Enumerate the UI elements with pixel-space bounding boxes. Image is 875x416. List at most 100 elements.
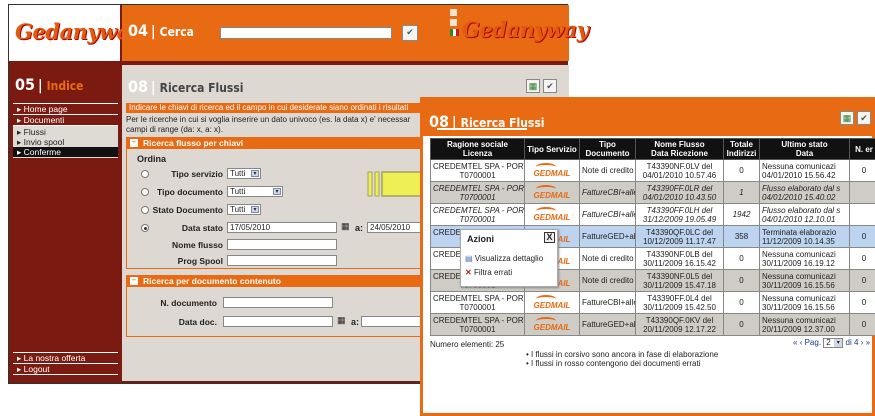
cell-nome: T43390FF.0L4 del 30/11/2009 15.42.50 xyxy=(635,291,724,314)
chevron-down-icon: ▾ xyxy=(273,188,281,195)
cell-ragione: CREDEMTEL SPA - PORTT0700001 xyxy=(430,291,525,314)
excel-export-icon[interactable]: ▦ xyxy=(526,79,540,93)
col-header-stato[interactable]: Ultimo stato Data xyxy=(759,138,850,160)
cell-ner xyxy=(849,181,875,204)
table-row[interactable]: CREDEMTEL SPA - PORTA T0700001 GEDMAIL Fatt… xyxy=(430,181,875,204)
cell-nome: T43390NF.0L5 del 30/11/2009 15.47.18 xyxy=(635,269,724,292)
cell-ragione: CREDEMTEL SPA - PORTT0700001 xyxy=(430,313,525,336)
excel-export-icon[interactable]: ▦ xyxy=(840,111,854,125)
cell-totale: 0 xyxy=(723,269,760,292)
results-header: 08 | Ricerca Flussi ▦ ✔ xyxy=(423,100,872,136)
search-bar: 04 | Cerca ✔ Gedanyway xyxy=(122,5,589,61)
data-stato-from-input[interactable]: 17/05/2010 xyxy=(227,222,337,233)
cell-totale: 358 xyxy=(723,225,760,248)
cell-totale: 0 xyxy=(723,247,760,270)
collapse-icon[interactable]: – xyxy=(130,139,138,147)
cell-ner: 0 xyxy=(849,291,875,314)
sidebar-item-flussi[interactable]: ▸ Flussi xyxy=(13,127,118,137)
col-header-ragione[interactable]: Ragione sociale Licenza xyxy=(430,138,525,160)
actions-popup: Azioni X ▤ Visualizza dettaglio ✕ Filtra… xyxy=(460,229,558,287)
col-header-ner[interactable]: N. er xyxy=(849,138,875,160)
table-row[interactable]: CREDEMTEL SPA - PORTT0700001 GEDMAIL Fattu… xyxy=(430,203,875,226)
page-header: 08 | Ricerca Flussi xyxy=(128,77,244,96)
sidebar-menu: ▸ Home page ▸ Documenti ▸ Flussi ▸ Invio… xyxy=(13,103,118,158)
close-button[interactable]: X xyxy=(544,232,555,243)
cell-nome: T43390FF.0LH del 31/12/2009 19.05.49 xyxy=(635,203,724,226)
table-row[interactable]: CREDEMTEL SPA - PORTT0700001 GEDMAIL Fattu… xyxy=(430,313,875,336)
item-count: Numero elementi: 25 xyxy=(430,340,505,349)
intro-text-3: campi di range (da: x, a: x). xyxy=(126,125,223,134)
calendar-icon[interactable]: ▦ xyxy=(341,221,350,232)
table-row[interactable]: CREDEMTEL SPA - PORTT0700001 GEDMAIL Note … xyxy=(430,159,875,182)
action-filtra-errati[interactable]: ✕ Filtra errati xyxy=(465,268,512,277)
actions-title: Azioni xyxy=(467,234,494,244)
next-page-icon[interactable]: › xyxy=(861,338,864,347)
confirm-icon[interactable]: ✔ xyxy=(857,111,871,125)
cell-totale: 0 xyxy=(723,159,760,182)
radio-stato-documento[interactable] xyxy=(141,206,149,214)
confirm-icon[interactable]: ✔ xyxy=(543,79,557,93)
search-button[interactable]: ✔ xyxy=(402,25,418,41)
cell-tipo: Note di credito xyxy=(579,159,636,182)
sidebar-item-home[interactable]: ▸ Home page xyxy=(13,104,118,114)
sidebar: 05 | Indice ▸ Home page ▸ Documenti ▸ Flus… xyxy=(9,65,122,381)
sidebar-item-invio-spool[interactable]: ▸ Invio spool xyxy=(13,137,118,147)
table-row[interactable]: CREDEMTEL SPA - PORTT0700001 GEDMAIL Fattu… xyxy=(430,291,875,314)
mail-icon[interactable] xyxy=(450,19,457,26)
first-page-icon[interactable]: « xyxy=(793,338,797,347)
sidebar-item-logout[interactable]: ▸ Logout xyxy=(13,364,118,374)
radio-data-stato[interactable] xyxy=(141,224,149,232)
cell-stato: Nessuna comunicazi 30/11/2009 16.19.12 xyxy=(759,247,850,270)
page-select[interactable]: 2 ▾ xyxy=(823,338,844,348)
cell-servizio: GEDMAIL xyxy=(524,181,580,204)
home-icon[interactable] xyxy=(450,9,457,16)
intro-text-2: Per le ricerche in cui si voglia inserir… xyxy=(126,115,411,124)
radio-tipo-servizio[interactable] xyxy=(141,170,149,178)
cell-ner: 0 xyxy=(849,269,875,292)
note-italic: • I flussi in corsivo sono ancora in fas… xyxy=(526,350,719,359)
cell-tipo: FattureCBI+allegat xyxy=(579,181,636,204)
cell-servizio: GEDMAIL xyxy=(524,291,580,314)
cell-totale: 1942 xyxy=(723,203,760,226)
gedmail-logo: GEDMAIL xyxy=(534,317,570,332)
nome-flusso-input[interactable] xyxy=(227,239,337,250)
cell-totale: 0 xyxy=(723,291,760,314)
sidebar-item-conferme[interactable]: ▸ Conferme xyxy=(13,147,118,157)
sidebar-bottom-menu: ▸ La nostra offerta ▸ Logout xyxy=(13,352,118,375)
col-header-nome[interactable]: Nome Flusso Data Ricezione xyxy=(635,138,724,160)
cell-ragione: CREDEMTEL SPA - PORTA T0700001 xyxy=(430,181,525,204)
action-visualizza-dettaglio[interactable]: ▤ Visualizza dettaglio xyxy=(465,254,543,263)
data-doc-from-input[interactable] xyxy=(223,316,333,327)
radio-tipo-documento[interactable] xyxy=(141,188,149,196)
cell-servizio: GEDMAIL xyxy=(524,203,580,226)
note-red: • I flussi in rosso contengono dei docum… xyxy=(526,359,701,368)
cell-nome: T43390NF.0LV del 04/01/2010 10.57.46 xyxy=(635,159,724,182)
prev-page-icon[interactable]: ‹ xyxy=(800,338,803,347)
cell-ner: 0 xyxy=(849,225,875,248)
italian-flag-icon[interactable] xyxy=(450,29,459,36)
collapse-icon[interactable]: – xyxy=(130,277,138,285)
cell-stato: Flusso elaborato dal s 04/01/2010 15.40.0… xyxy=(759,181,850,204)
tipo-servizio-select[interactable]: Tutti ▾ xyxy=(227,168,261,179)
sidebar-item-documenti[interactable]: ▸ Documenti xyxy=(13,115,118,125)
cell-stato: Nessuna comunicazi 30/11/2009 16.15.56 xyxy=(759,269,850,292)
page-title: Ricerca Flussi xyxy=(159,81,244,95)
last-page-icon[interactable]: » xyxy=(866,338,870,347)
cell-ner: 0 xyxy=(849,159,875,182)
col-header-totale[interactable]: Totale Indirizzi xyxy=(723,138,760,160)
sidebar-item-offerta[interactable]: ▸ La nostra offerta xyxy=(13,353,118,363)
calendar-icon[interactable]: ▦ xyxy=(337,315,346,326)
col-header-servizio[interactable]: Tipo Servizio xyxy=(524,138,580,160)
stato-documento-select[interactable]: Tutti ▾ xyxy=(227,204,261,215)
cell-totale: 0 xyxy=(723,313,760,336)
search-input[interactable] xyxy=(220,27,392,39)
section-title: Cerca xyxy=(159,25,194,39)
tipo-documento-select[interactable]: Tutti ▾ xyxy=(227,186,283,197)
n-documento-input[interactable] xyxy=(223,297,333,308)
pagination: « ‹ Pag. 2 ▾ di 4 › » xyxy=(793,338,871,348)
col-header-tipo[interactable]: Tipo Documento xyxy=(579,138,636,160)
prog-spool-input[interactable] xyxy=(227,255,337,266)
cell-stato: Nessuna comunicazi 20/11/2009 12.37.00 xyxy=(759,313,850,336)
cell-stato: Nessuna comunicazi 04/01/2010 15.56.42 xyxy=(759,159,850,182)
gedmail-logo: GEDMAIL xyxy=(534,207,570,222)
